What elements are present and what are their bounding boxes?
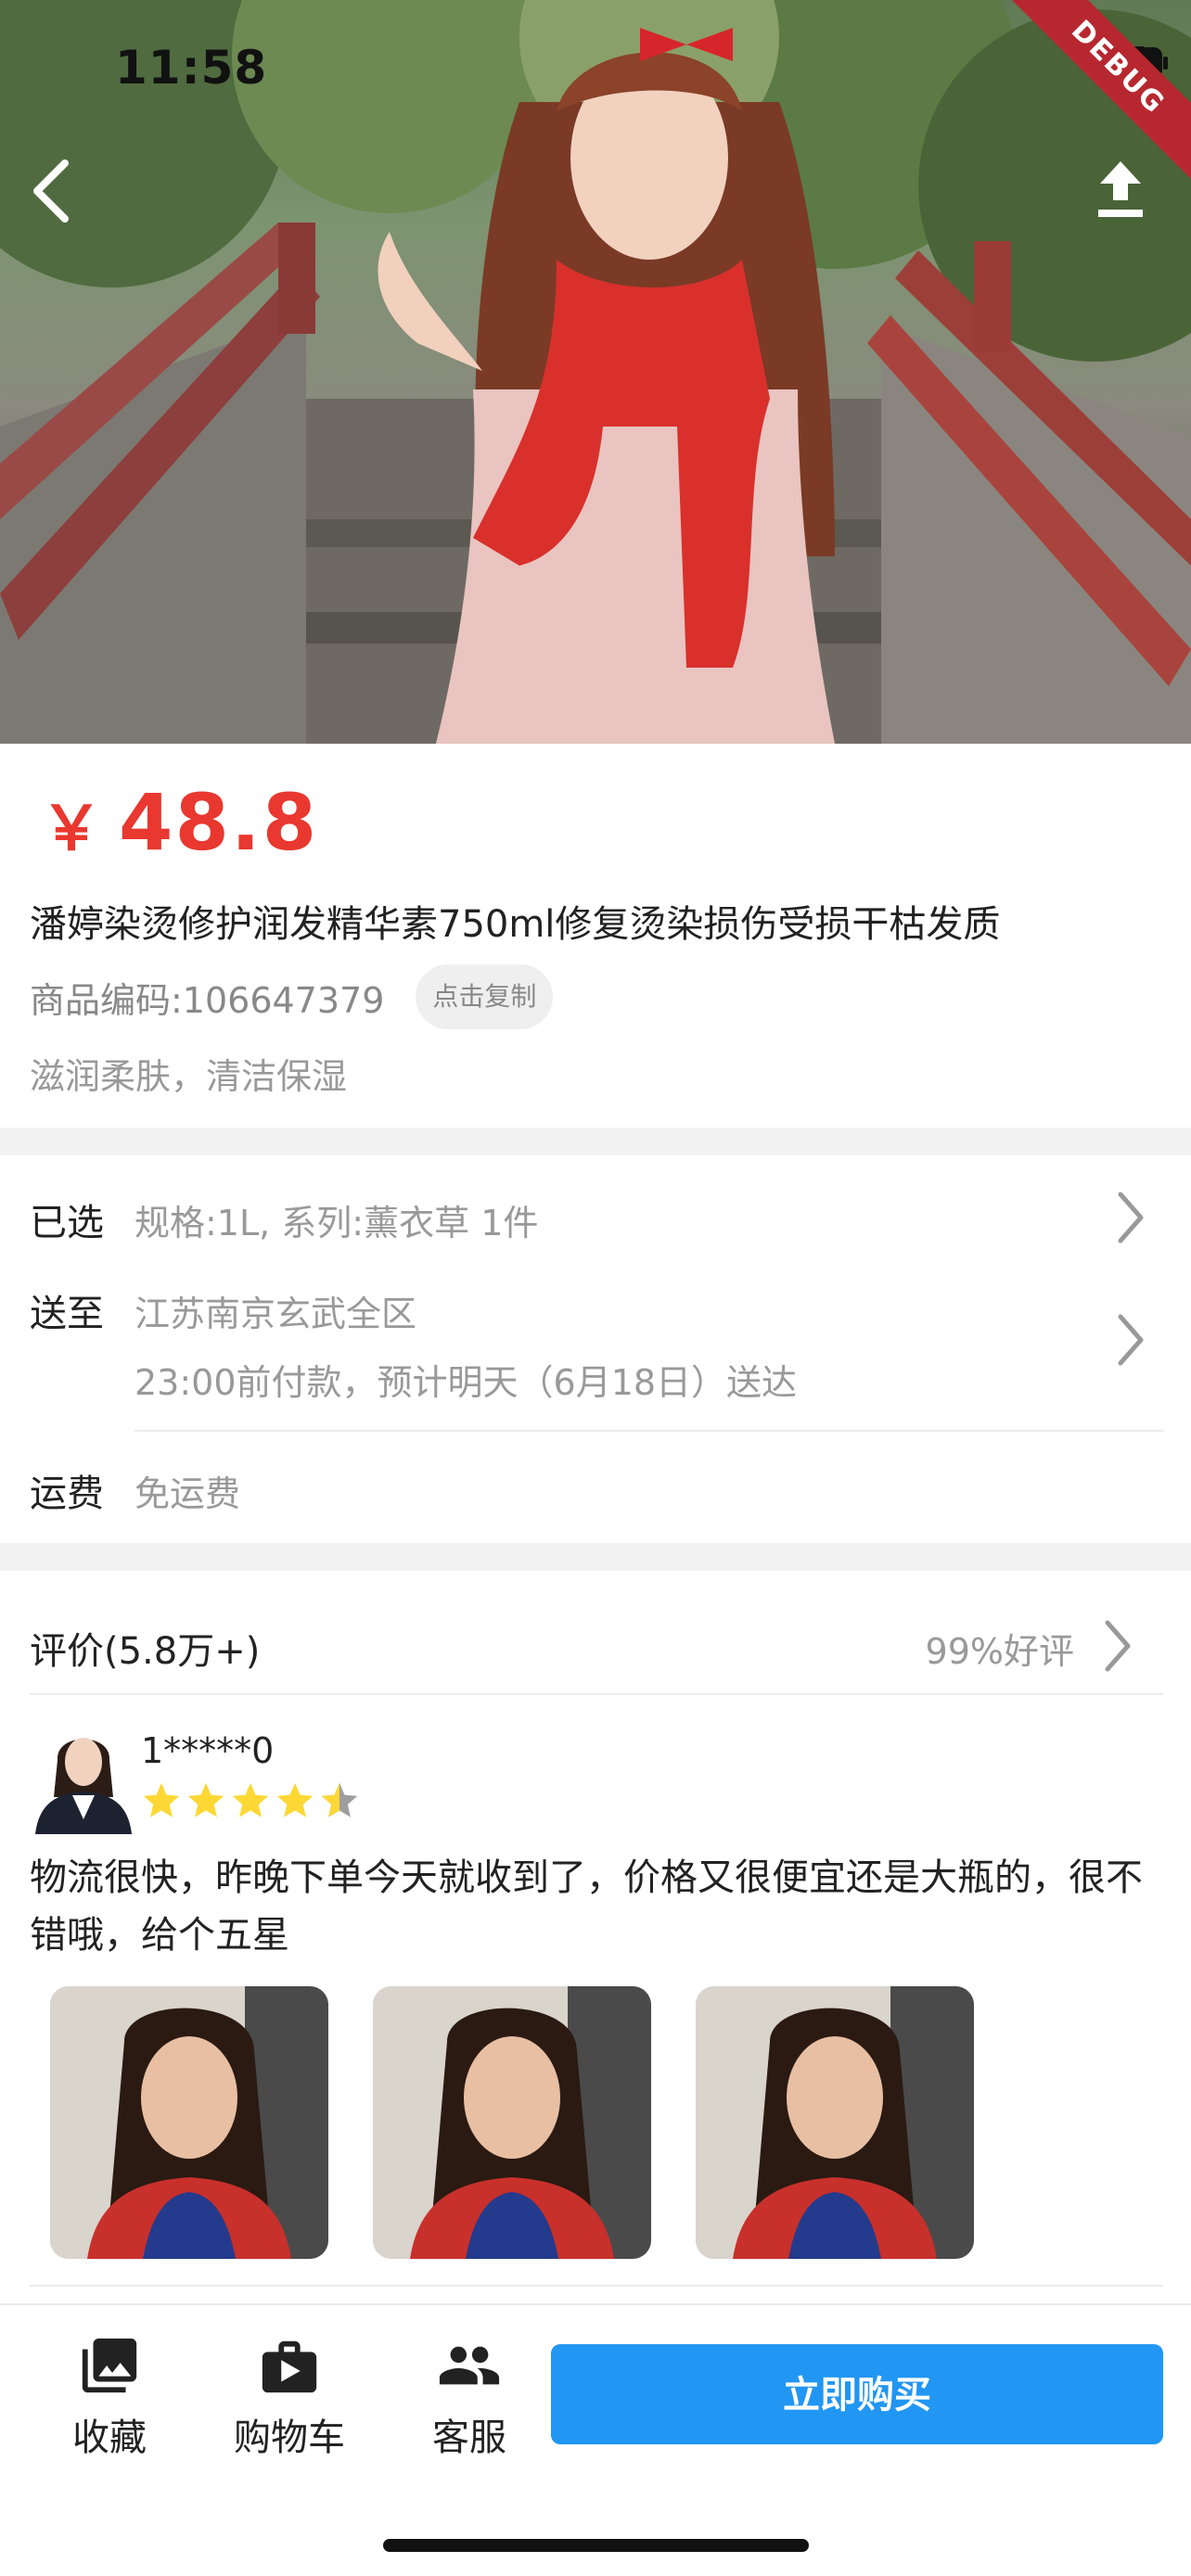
review-rating-stars — [141, 1780, 360, 1821]
selected-value: 规格:1L, 系列:薰衣草 1件 — [134, 1203, 539, 1243]
hero-photo — [0, 0, 1191, 744]
chevron-right-icon — [1118, 1314, 1144, 1366]
freight-value: 免运费 — [134, 1473, 241, 1514]
people-icon — [439, 2346, 500, 2385]
section-divider — [0, 1543, 1191, 1571]
favorite-label: 收藏 — [72, 2417, 147, 2459]
cart-button[interactable]: 购物车 — [215, 2333, 364, 2461]
row-divider — [30, 2285, 1163, 2287]
ship-address: 江苏南京玄武全区 — [134, 1294, 417, 1334]
bottom-action-bar: 收藏 购物车 客服 立即购买 — [0, 2303, 1191, 2576]
customer-service-button[interactable]: 客服 — [395, 2333, 544, 2461]
review-photo[interactable] — [696, 1986, 974, 2259]
row-divider — [134, 1430, 1164, 1432]
review-title: 评价(5.8万+) — [30, 1630, 261, 1673]
review-comment: 物流很快，昨晚下单今天就收到了，价格又很便宜还是大瓶的，很不错哦，给个五星 — [30, 1856, 1143, 1957]
chevron-right-icon — [1118, 1192, 1144, 1243]
freight-label: 运费 — [30, 1473, 104, 1515]
photo-library-icon — [82, 2338, 137, 2393]
star-icon — [232, 1782, 269, 1817]
review-positive-rate: 99%好评 — [925, 1631, 1074, 1672]
row-divider — [30, 1693, 1163, 1695]
reviewer-avatar — [30, 1723, 137, 1834]
selected-label: 已选 — [30, 1202, 104, 1244]
shopping-bag-icon — [262, 2340, 317, 2393]
reviewer-name: 1*****0 — [141, 1730, 275, 1771]
product-code-row: 商品编码:106647379 点击复制 — [30, 964, 554, 1029]
product-hero-image[interactable]: 11:58 DEBUG — [0, 0, 1191, 744]
chevron-left-icon — [33, 159, 69, 223]
star-icon — [276, 1782, 314, 1817]
back-button[interactable] — [24, 154, 80, 228]
section-divider — [0, 1128, 1191, 1155]
status-time: 11:58 — [115, 41, 268, 95]
review-photo-image — [373, 1986, 651, 2259]
product-price: ￥ 48.8 — [41, 777, 318, 868]
price-value: 48.8 — [119, 777, 319, 868]
cart-label: 购物车 — [234, 2417, 345, 2459]
favorite-button[interactable]: 收藏 — [35, 2333, 184, 2461]
review-photo-image — [696, 1986, 974, 2259]
home-indicator — [383, 2539, 809, 2552]
currency-symbol: ￥ — [41, 793, 104, 864]
star-icon — [143, 1782, 180, 1817]
chevron-right-icon — [1105, 1620, 1131, 1672]
review-photo[interactable] — [373, 1986, 651, 2259]
ship-label: 送至 — [30, 1293, 104, 1335]
service-label: 客服 — [432, 2417, 506, 2459]
share-upload-icon — [1098, 161, 1143, 217]
product-title: 潘婷染烫修护润发精华素750ml修复烫染损伤受损干枯发质 — [30, 903, 1001, 946]
ship-eta: 23:00前付款，预计明天（6月18日）送达 — [134, 1362, 798, 1403]
star-icon — [187, 1782, 224, 1817]
product-code: 商品编码:106647379 — [30, 979, 385, 1021]
half-star-icon — [321, 1782, 358, 1817]
copy-code-button[interactable]: 点击复制 — [416, 964, 554, 1029]
avatar-image — [35, 1738, 132, 1834]
review-photo-image — [50, 1986, 328, 2259]
review-photo[interactable] — [50, 1986, 328, 2259]
buy-now-button[interactable]: 立即购买 — [551, 2344, 1163, 2444]
product-slogan: 滋润柔肤，清洁保湿 — [30, 1056, 348, 1097]
share-button[interactable] — [1093, 159, 1148, 219]
